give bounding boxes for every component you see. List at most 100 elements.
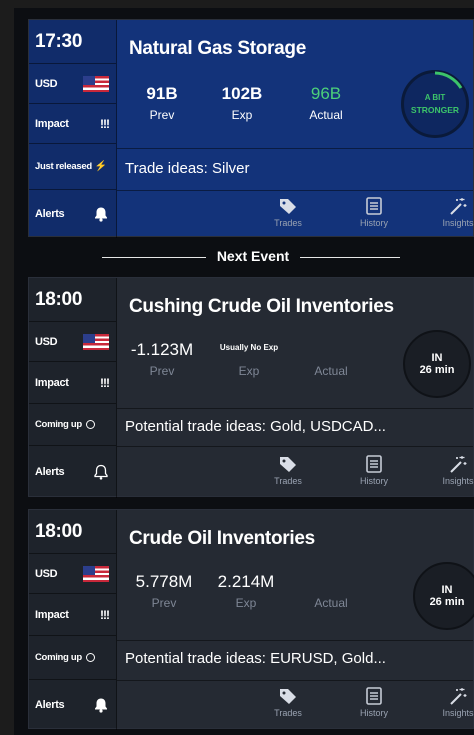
- actual-label: Actual: [314, 596, 348, 610]
- history-button[interactable]: History: [349, 454, 399, 486]
- status-row: Coming up: [29, 404, 117, 446]
- magic-wand-icon: [450, 456, 467, 473]
- insights-button[interactable]: Insights: [433, 196, 474, 228]
- trades-button[interactable]: Trades: [263, 196, 313, 228]
- actual-stat: 96B Actual: [299, 84, 353, 122]
- alerts-label: Alerts: [35, 208, 65, 220]
- event-detail-column: Crude Oil Inventories 5.778M Prev 2.214M…: [117, 510, 474, 728]
- countdown-badge: IN 26 min: [413, 562, 474, 630]
- alerts-row[interactable]: Alerts: [29, 446, 117, 498]
- countdown-badge: IN 26 min: [403, 330, 471, 398]
- status-text: Coming up: [35, 419, 82, 430]
- insights-button[interactable]: Insights: [433, 454, 474, 486]
- impact-label: Impact: [35, 376, 69, 389]
- exp-value: 2.214M: [217, 572, 275, 591]
- circle-icon: [85, 653, 95, 662]
- separator-line-left: [102, 257, 206, 258]
- result-badge: A BIT STRONGER: [401, 70, 469, 138]
- alerts-label: Alerts: [35, 466, 65, 478]
- prev-value: 5.778M: [135, 572, 193, 591]
- bell-outline-icon[interactable]: [93, 464, 109, 480]
- impact-marks: !!!: [100, 116, 110, 131]
- trade-ideas[interactable]: Potential trade ideas: Gold, USDCAD...: [125, 418, 386, 435]
- actual-value: 96B: [310, 84, 342, 103]
- event-time: 17:30: [29, 20, 117, 64]
- history-label: History: [359, 476, 388, 486]
- insights-label: Insights: [442, 476, 474, 486]
- impact-marks: !!!: [100, 375, 110, 390]
- insights-label: Insights: [442, 708, 474, 718]
- actual-label: Actual: [309, 108, 343, 122]
- exp-label: Exp: [231, 108, 253, 122]
- actual-label: Actual: [314, 364, 348, 378]
- impact-marks: !!!: [100, 607, 110, 622]
- trades-label: Trades: [274, 708, 302, 718]
- actual-stat: Actual: [301, 572, 361, 610]
- us-flag-icon: [83, 75, 109, 92]
- event-card-crude-oil[interactable]: 18:00 USD Impact !!! Coming up Alerts Cr…: [28, 509, 474, 730]
- actual-value: [301, 340, 361, 360]
- divider: [117, 640, 473, 641]
- us-flag-icon: [83, 333, 109, 350]
- prev-label: Prev: [149, 364, 175, 378]
- next-event-label: Next Event: [216, 248, 290, 264]
- event-time: 18:00: [29, 510, 117, 554]
- trades-label: Trades: [274, 476, 302, 486]
- event-title: Cushing Crude Oil Inventories: [129, 296, 394, 317]
- actual-value: [301, 572, 361, 592]
- exp-value: 102B: [221, 84, 263, 103]
- history-label: History: [359, 708, 388, 718]
- status-text: Coming up: [35, 652, 82, 663]
- tag-icon: [280, 689, 296, 704]
- prev-label: Prev: [151, 596, 177, 610]
- exp-stat: 102B Exp: [215, 84, 269, 122]
- magic-wand-icon: [450, 688, 467, 705]
- exp-value: Usually No Exp: [219, 343, 279, 352]
- prev-stat: 5.778M Prev: [129, 572, 199, 610]
- impact-row: Impact !!!: [29, 362, 117, 404]
- event-detail-column: Cushing Crude Oil Inventories -1.123M Pr…: [117, 278, 474, 496]
- currency-code: USD: [35, 567, 58, 580]
- event-detail-column: Natural Gas Storage 91B Prev 102B Exp 96…: [117, 20, 474, 236]
- actual-stat: Actual: [301, 340, 361, 378]
- us-flag-icon: [83, 565, 109, 582]
- badge-line2: 26 min: [419, 364, 455, 376]
- currency-row: USD: [29, 554, 117, 594]
- prev-value: 91B: [146, 84, 178, 103]
- status-text: Just released: [35, 161, 92, 172]
- insights-label: Insights: [442, 218, 474, 228]
- event-meta-column: 17:30 USD Impact !!! Just released ⚡ Ale…: [29, 20, 117, 238]
- history-button[interactable]: History: [349, 196, 399, 228]
- prev-stat: 91B Prev: [135, 84, 189, 122]
- result-arc-icon: [434, 71, 463, 89]
- alerts-row[interactable]: Alerts: [29, 680, 117, 730]
- status-row: Coming up: [29, 636, 117, 680]
- history-button[interactable]: History: [349, 686, 399, 718]
- alerts-row[interactable]: Alerts: [29, 190, 117, 238]
- trades-button[interactable]: Trades: [263, 454, 313, 486]
- next-event-separator: Next Event: [14, 245, 474, 269]
- trade-ideas[interactable]: Potential trade ideas: EURUSD, Gold...: [125, 650, 386, 667]
- document-icon: [366, 197, 382, 215]
- separator-line-right: [300, 257, 400, 258]
- currency-row: USD: [29, 322, 117, 362]
- alerts-label: Alerts: [35, 699, 65, 711]
- magic-wand-icon: [450, 198, 467, 215]
- event-card-natural-gas[interactable]: 17:30 USD Impact !!! Just released ⚡ Ale…: [28, 19, 474, 238]
- currency-code: USD: [35, 335, 58, 348]
- trade-ideas[interactable]: Trade ideas: Silver: [125, 160, 250, 177]
- trades-label: Trades: [274, 218, 302, 228]
- event-title: Crude Oil Inventories: [129, 528, 315, 549]
- impact-row: Impact !!!: [29, 594, 117, 636]
- trades-button[interactable]: Trades: [263, 686, 313, 718]
- impact-label: Impact: [35, 608, 69, 621]
- bell-icon[interactable]: [93, 206, 109, 222]
- impact-label: Impact: [35, 117, 69, 130]
- event-card-cushing-crude[interactable]: 18:00 USD Impact !!! Coming up Alerts Cu…: [28, 277, 474, 498]
- currency-code: USD: [35, 77, 58, 90]
- insights-button[interactable]: Insights: [433, 686, 474, 718]
- badge-line1: IN: [431, 352, 443, 364]
- divider: [117, 446, 473, 447]
- bell-icon[interactable]: [93, 697, 109, 713]
- divider: [117, 408, 473, 409]
